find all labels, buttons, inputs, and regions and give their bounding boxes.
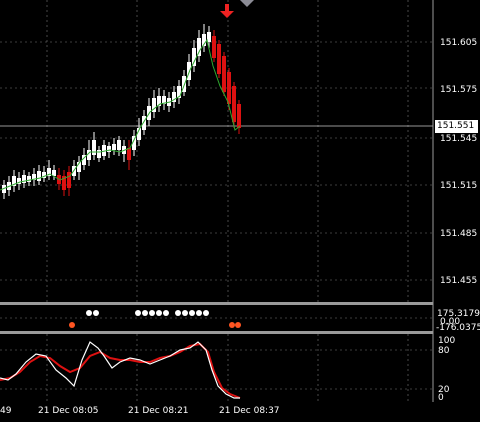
time-axis: 49 21 Dec 08:05 21 Dec 08:21 21 Dec 08:3… (0, 406, 280, 416)
panel-separator-2[interactable] (0, 331, 433, 334)
price-label: 151.485 (440, 229, 477, 239)
indicator-dot-white (196, 310, 202, 316)
indicator-dot-white (86, 310, 92, 316)
bull-candle-body (37, 171, 41, 181)
indicator-dot-white (135, 310, 141, 316)
time-label: 21 Dec 08:37 (219, 406, 280, 416)
indicator-dot-white (156, 310, 162, 316)
bear-candle-body (222, 56, 226, 92)
down-arrow-icon (220, 4, 234, 18)
time-label: 21 Dec 08:21 (128, 406, 189, 416)
stoch-label: 0 (438, 393, 444, 403)
bear-candle-body (217, 44, 221, 74)
time-label: 21 Dec 08:05 (38, 406, 99, 416)
indicator-dot-orange (235, 322, 241, 328)
price-label: 151.515 (440, 181, 477, 191)
moving-average-line (0, 38, 241, 191)
bull-candle-body (117, 140, 121, 150)
bear-candle-body (227, 72, 231, 104)
indicator-dot-white (203, 310, 209, 316)
bear-candle-body (127, 148, 131, 160)
stoch-main-line (0, 341, 240, 399)
bull-candle-body (27, 176, 31, 182)
indicator-dot-white (93, 310, 99, 316)
bear-candle-body (237, 104, 241, 128)
price-axis: 151.605 151.575 151.545 151.515 151.485 … (440, 38, 477, 286)
bull-candle-body (197, 38, 201, 56)
stoch-axis: 100 80 20 0 (438, 336, 455, 403)
indicator-min-label: -176.0375 (436, 323, 480, 333)
panel-separator-1[interactable] (0, 302, 433, 305)
indicator-dot-orange (229, 322, 235, 328)
candlestick-series (2, 24, 241, 199)
bull-candle-body (107, 146, 111, 152)
indicator-axis: 175.3179 0.00 -176.0375 (436, 309, 480, 333)
bull-candle-body (97, 150, 101, 158)
indicator-dot-white (142, 310, 148, 316)
indicator-dot-white (189, 310, 195, 316)
indicator-dot-white (163, 310, 169, 316)
main-grid (0, 0, 433, 302)
bear-candle-body (67, 172, 71, 188)
chart-window[interactable]: 151.605 151.575 151.545 151.515 151.485 … (0, 0, 480, 418)
current-price-tag: 151.551 (435, 120, 478, 133)
bull-candle-body (112, 144, 116, 150)
dot-indicator-panel (0, 310, 433, 328)
bear-candle-body (212, 36, 216, 58)
price-label: 151.455 (440, 276, 477, 286)
price-label: 151.575 (440, 85, 477, 95)
time-label: 49 (0, 406, 12, 416)
stoch-label: 80 (438, 346, 450, 356)
bull-candle-body (192, 48, 196, 66)
stoch-signal-line (0, 342, 241, 399)
indicator-dot-white (149, 310, 155, 316)
indicator-dot-orange (69, 322, 75, 328)
indicator-dot-white (175, 310, 181, 316)
stoch-label: 100 (438, 336, 455, 346)
bear-candle-body (232, 86, 236, 122)
indicator-dot-white (182, 310, 188, 316)
diamond-marker-icon[interactable] (240, 0, 254, 7)
bull-candle-body (92, 140, 96, 155)
price-label: 151.605 (440, 38, 477, 48)
price-label: 151.545 (440, 134, 477, 144)
